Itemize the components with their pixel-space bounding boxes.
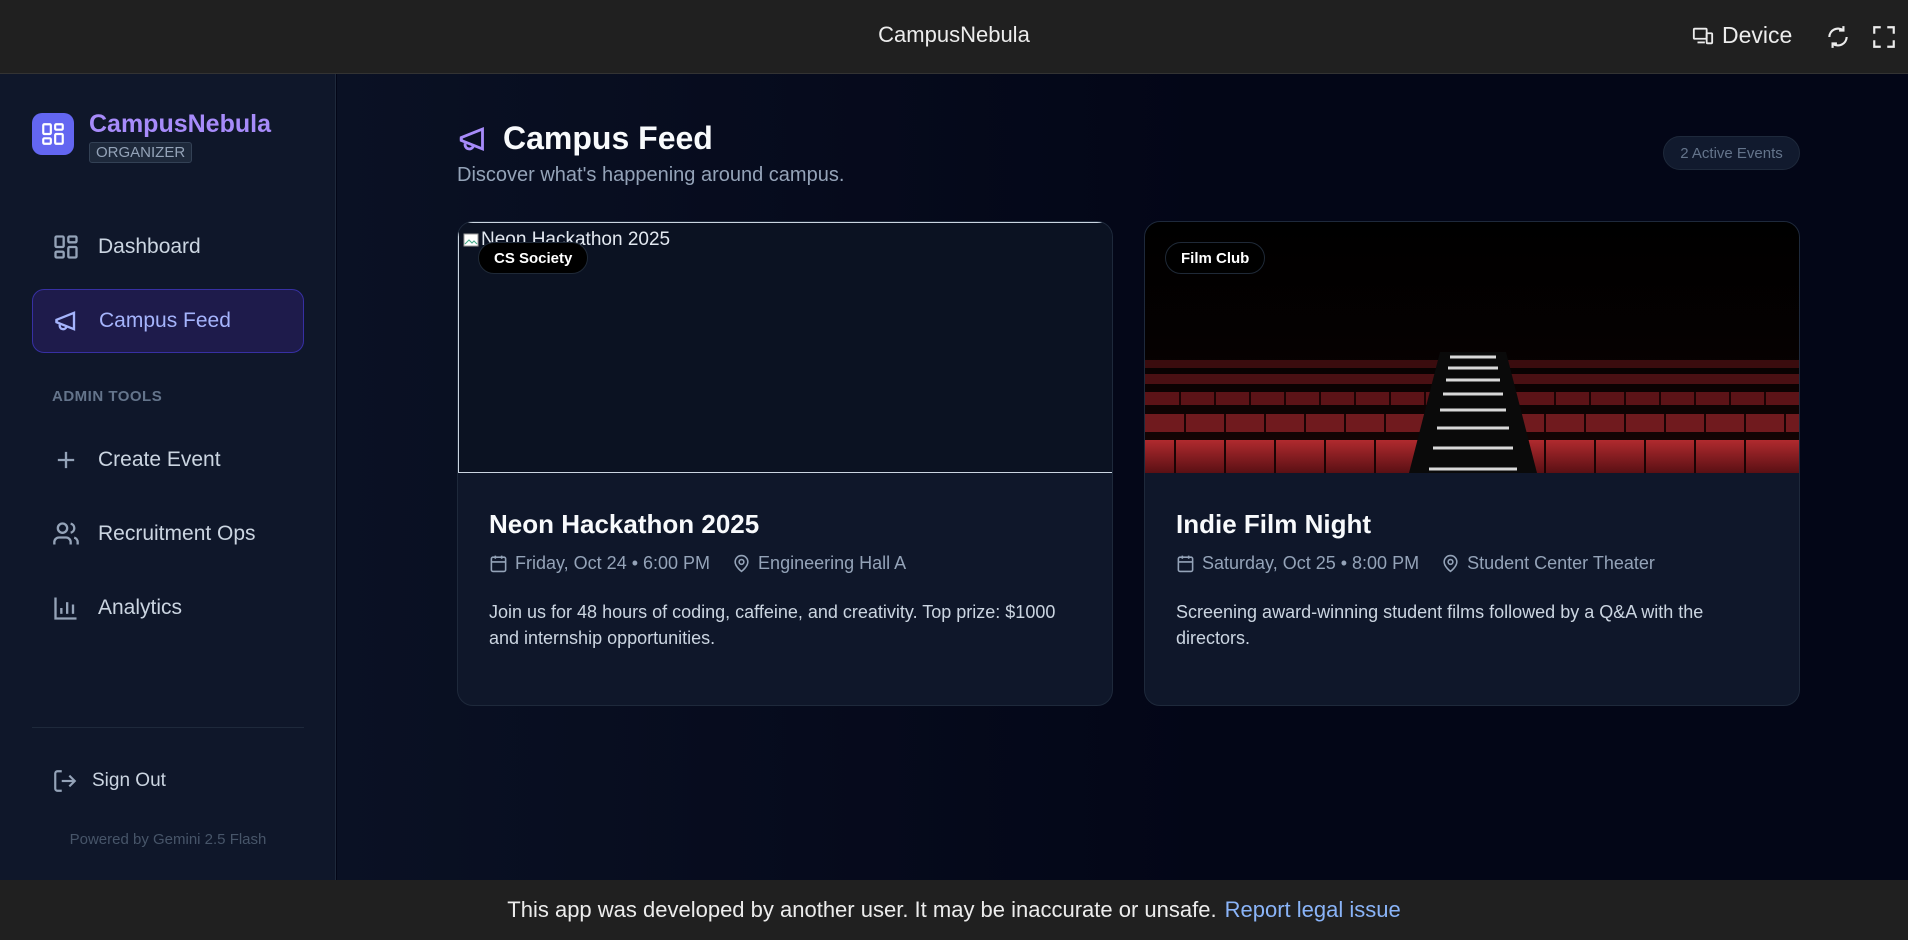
main-content: Campus Feed Discover what's happening ar… [337, 74, 1908, 880]
grid-icon [54, 235, 78, 259]
map-pin-icon [1443, 554, 1458, 573]
device-label: Device [1722, 22, 1793, 48]
sidebar-item-label: Recruitment Ops [98, 522, 256, 545]
users-icon [53, 522, 79, 545]
event-date: Friday, Oct 24 • 6:00 PM [515, 553, 711, 573]
event-card[interactable]: Film Club Indie Film Night Saturday, Oct… [1144, 221, 1800, 706]
app-topbar: CampusNebula Device [0, 0, 1908, 74]
powered-by-text: Powered by Gemini 2.5 Flash [69, 831, 267, 848]
sidebar-item-campus-feed[interactable]: Campus Feed [32, 289, 304, 353]
page-header: Campus Feed [457, 120, 713, 157]
event-meta: Friday, Oct 24 • 6:00 PM Engineering Hal… [489, 553, 928, 574]
broken-image-icon [463, 233, 479, 247]
device-icon [1692, 27, 1714, 44]
event-description: Screening award-winning student films fo… [1176, 602, 1704, 648]
report-legal-issue-link[interactable]: Report legal issue [1225, 897, 1401, 923]
event-tag: Film Club [1165, 242, 1266, 274]
bar-chart-icon [54, 597, 77, 620]
sidebar: CampusNebula ORGANIZER Dashboard Campus … [0, 74, 336, 880]
active-events-badge: 2 Active Events [1663, 136, 1800, 170]
device-button[interactable]: Device [1692, 22, 1792, 49]
calendar-icon [1177, 555, 1194, 573]
plus-icon [57, 451, 75, 469]
sign-out-label: Sign Out [92, 770, 166, 791]
disclaimer-footer: This app was developed by another user. … [0, 880, 1908, 940]
event-description: Join us for 48 hours of coding, caffeine… [489, 602, 1056, 648]
grid-icon [42, 123, 64, 145]
page-title: Campus Feed [503, 120, 713, 156]
window-title: CampusNebula [878, 22, 1030, 47]
event-meta: Saturday, Oct 25 • 8:00 PM Student Cente… [1176, 553, 1677, 574]
refresh-icon[interactable] [1825, 24, 1851, 50]
event-tag: CS Society [478, 242, 589, 274]
sidebar-item-dashboard[interactable]: Dashboard [32, 215, 304, 279]
event-title: Neon Hackathon 2025 [489, 509, 760, 539]
map-pin-icon [734, 554, 749, 573]
sign-out-button[interactable]: Sign Out [52, 768, 166, 794]
role-badge: ORGANIZER [89, 142, 193, 163]
logout-icon [54, 770, 77, 792]
fullscreen-icon[interactable] [1871, 24, 1897, 50]
megaphone-icon [55, 311, 76, 331]
event-location: Student Center Theater [1467, 553, 1655, 573]
event-date: Saturday, Oct 25 • 8:00 PM [1202, 553, 1420, 573]
admin-tools-heading: ADMIN TOOLS [52, 388, 163, 405]
event-title: Indie Film Night [1176, 509, 1371, 539]
app-name: CampusNebula [89, 110, 271, 138]
sidebar-item-label: Analytics [98, 596, 183, 619]
event-location: Engineering Hall A [758, 553, 907, 573]
sidebar-item-label: Campus Feed [99, 309, 231, 332]
sidebar-item-label: Create Event [98, 448, 221, 471]
calendar-icon [490, 555, 507, 573]
app-logo [32, 113, 74, 155]
sidebar-item-label: Dashboard [98, 235, 201, 258]
sidebar-item-create-event[interactable]: Create Event [32, 428, 304, 492]
sidebar-item-analytics[interactable]: Analytics [32, 576, 304, 640]
event-card[interactable]: Neon Hackathon 2025 CS Society Neon Hack… [457, 221, 1113, 706]
page-subtitle: Discover what's happening around campus. [457, 164, 845, 186]
sidebar-item-recruitment-ops[interactable]: Recruitment Ops [32, 502, 304, 566]
sidebar-divider [32, 727, 304, 728]
disclaimer-text: This app was developed by another user. … [507, 897, 1217, 922]
megaphone-icon [459, 126, 484, 151]
